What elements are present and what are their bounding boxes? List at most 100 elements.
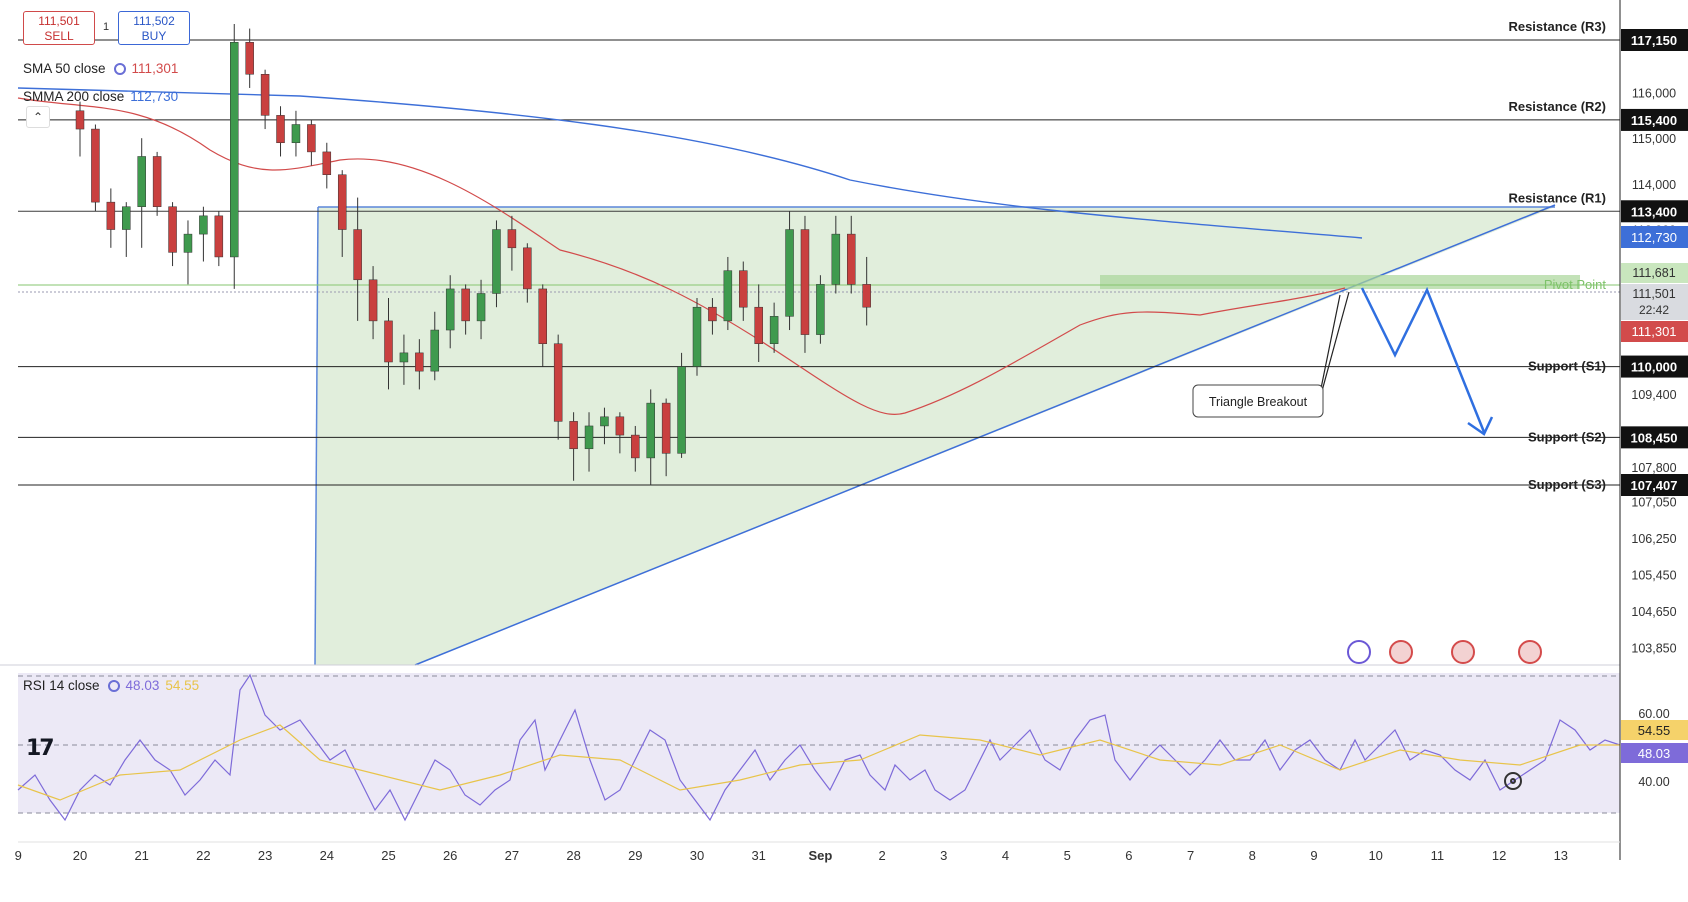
x-tick-label: 9 — [15, 848, 22, 863]
x-tick-label: 5 — [1064, 848, 1071, 863]
candle-body — [276, 115, 285, 144]
candle-body — [692, 306, 702, 367]
x-tick-label: 20 — [73, 848, 87, 863]
candle-body — [152, 156, 162, 207]
smma-legend[interactable]: SMMA 200 close 112,730 — [23, 89, 178, 104]
x-tick-label: 7 — [1187, 848, 1194, 863]
candle-body — [260, 74, 270, 116]
rsi-legend-label: RSI 14 close — [23, 678, 100, 693]
rsi-pane-bg — [18, 673, 1620, 813]
candle-body — [600, 416, 609, 427]
candle-body — [584, 425, 594, 450]
sell-button[interactable]: 111,501 SELL — [23, 11, 95, 45]
level-tag-text: 115,400 — [1631, 113, 1677, 128]
candle-body — [677, 366, 686, 454]
x-tick-label: 25 — [381, 848, 395, 863]
buy-price: 111,502 — [133, 14, 175, 28]
y-tick-label: 114,000 — [1632, 178, 1676, 192]
x-tick-label: 6 — [1125, 848, 1132, 863]
quantity-field[interactable]: 1 — [103, 21, 109, 33]
candle-body — [137, 156, 146, 207]
y-tick-label: 104,650 — [1631, 605, 1676, 619]
candle-body — [476, 293, 486, 322]
level-tag-text: 117,150 — [1631, 33, 1677, 48]
level-label: Resistance (R2) — [1508, 99, 1606, 114]
sma-legend-label: SMA 50 close — [23, 61, 106, 76]
candle-body — [307, 124, 316, 153]
x-tick-label: Sep — [808, 848, 832, 863]
flash-event-icon[interactable] — [1347, 640, 1371, 664]
x-tick-label: 30 — [690, 848, 704, 863]
x-tick-label: 24 — [320, 848, 334, 863]
candle-body — [353, 229, 362, 281]
candle-body — [754, 306, 763, 344]
us-flag-icon[interactable] — [1451, 640, 1475, 664]
us-flag-icon[interactable] — [1518, 640, 1542, 664]
pivot-zone — [1100, 275, 1580, 289]
candle-body — [445, 288, 455, 331]
y-tick-label: 105,450 — [1631, 568, 1676, 582]
candle-body — [492, 229, 501, 294]
candle-body — [183, 233, 193, 253]
smma-legend-label: SMMA 200 close — [23, 89, 125, 104]
candle-body — [291, 124, 301, 144]
candle-body — [168, 206, 177, 253]
refresh-icon[interactable] — [107, 680, 120, 692]
x-tick-label: 26 — [443, 848, 457, 863]
collapse-legend-button[interactable]: ⌃ — [26, 106, 50, 128]
y-tick-label: 116,000 — [1632, 87, 1676, 101]
x-tick-label: 11 — [1431, 848, 1445, 863]
x-tick-label: 4 — [1002, 848, 1009, 863]
level-label: Resistance (R1) — [1508, 190, 1606, 205]
level-label: Support (S2) — [1528, 429, 1606, 444]
candle-body — [337, 174, 347, 230]
sma-tag-group: 111,301 — [1621, 321, 1688, 342]
price-chart[interactable]: Triangle Breakout 9 20 21 22 23 24 25 26 27 28 29 3… — [0, 0, 1688, 902]
candle-body — [399, 352, 409, 363]
y-tick-label: 103,850 — [1631, 641, 1676, 655]
sma-legend[interactable]: SMA 50 close 111,301 — [23, 61, 178, 76]
candle-body — [661, 402, 671, 454]
candle-body — [800, 229, 810, 335]
level-tag-text: 108,450 — [1631, 430, 1678, 445]
level-label: Support (S3) — [1528, 477, 1606, 492]
pivot-tag-text: 111,681 — [1632, 266, 1675, 280]
projection-path — [1360, 286, 1486, 433]
candle-body — [523, 247, 532, 290]
y-tick-label: 107,050 — [1631, 495, 1676, 509]
level-tag-text: 107,407 — [1631, 478, 1678, 493]
candle-body — [122, 206, 131, 230]
y-tick-label: 109,400 — [1631, 388, 1676, 402]
sma-tag-text: 111,301 — [1631, 324, 1676, 339]
us-flag-icon[interactable] — [1389, 640, 1413, 664]
tradingview-logo-icon: 17 — [26, 736, 55, 761]
x-tick-label: 3 — [940, 848, 947, 863]
candle-body — [723, 270, 733, 322]
x-tick-label: 28 — [566, 848, 580, 863]
candle-body — [553, 343, 563, 422]
x-tick-label: 23 — [258, 848, 272, 863]
candle-body — [769, 316, 779, 344]
candle-body — [230, 42, 239, 258]
candle-body — [461, 288, 470, 322]
x-tick-label: 2 — [878, 848, 885, 863]
y-tick-label: 107,800 — [1631, 461, 1676, 475]
smma-tag-group: 112,730 — [1621, 226, 1688, 248]
buy-button[interactable]: 111,502 BUY — [118, 11, 190, 45]
event-icons[interactable] — [1347, 640, 1542, 664]
pivot-label: Pivot Point — [1544, 277, 1607, 292]
gear-icon[interactable] — [1504, 772, 1522, 790]
level-label: Support (S1) — [1528, 359, 1606, 374]
level-label: Resistance (R3) — [1508, 19, 1606, 34]
sell-price: 111,501 — [38, 14, 80, 28]
sell-label: SELL — [44, 29, 74, 43]
x-tick-label: 29 — [628, 848, 642, 863]
rsi-tick-60: 60.00 — [1638, 707, 1669, 721]
rsi-ma-tag-text: 54.55 — [1638, 723, 1671, 738]
rsi-legend[interactable]: RSI 14 close 48.03 54.55 — [23, 678, 199, 693]
refresh-icon[interactable] — [113, 63, 126, 75]
candle-body — [214, 215, 224, 258]
candle-body — [739, 270, 748, 308]
last-price-text: 111,501 — [1632, 287, 1675, 301]
smma-tag-text: 112,730 — [1631, 230, 1677, 245]
